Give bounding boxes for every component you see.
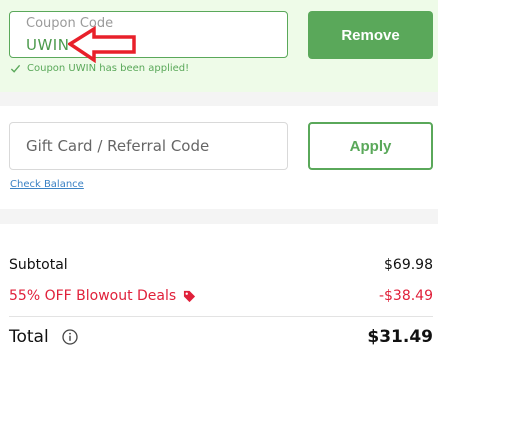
section-divider	[0, 209, 438, 224]
discount-row: 55% OFF Blowout Deals -$38.49	[9, 288, 433, 304]
applied-message-text: Coupon UWIN has been applied!	[27, 63, 190, 74]
check-icon	[10, 64, 21, 73]
coupon-code-value[interactable]: UWIN	[26, 36, 69, 54]
tag-icon	[184, 290, 196, 302]
subtotal-label: Subtotal	[9, 257, 68, 273]
section-divider	[0, 92, 438, 106]
info-icon[interactable]	[62, 329, 78, 345]
summary-divider	[9, 316, 433, 317]
apply-gift-card-button[interactable]: Apply	[308, 122, 433, 170]
coupon-code-field[interactable]: Coupon Code UWIN	[9, 11, 288, 58]
discount-amount: -$38.49	[378, 288, 433, 304]
subtotal-amount: $69.98	[384, 257, 433, 273]
total-label: Total	[9, 327, 49, 347]
red-arrow-icon	[68, 26, 136, 64]
total-amount: $31.49	[367, 327, 433, 347]
check-balance-link[interactable]: Check Balance	[10, 179, 84, 190]
gift-card-input[interactable]	[9, 122, 288, 170]
discount-label: 55% OFF Blowout Deals	[9, 288, 177, 304]
coupon-applied-message: Coupon UWIN has been applied!	[10, 63, 189, 74]
remove-coupon-button[interactable]: Remove	[308, 11, 433, 59]
total-row: Total $31.49	[9, 327, 433, 347]
subtotal-row: Subtotal $69.98	[9, 257, 433, 273]
